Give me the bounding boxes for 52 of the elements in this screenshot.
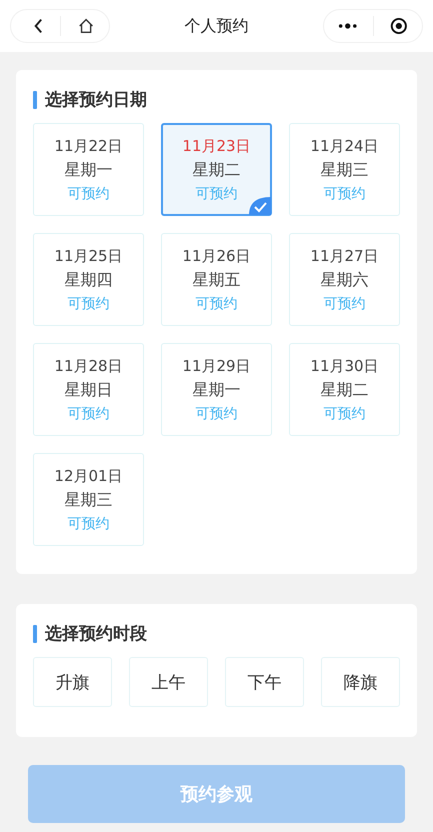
date-label: 12月01日 <box>54 466 123 486</box>
date-option[interactable]: 11月29日 星期一 可预约 <box>161 343 272 436</box>
availability-label: 可预约 <box>196 294 238 312</box>
more-icon[interactable] <box>338 23 358 29</box>
weekday-label: 星期一 <box>64 160 112 180</box>
weekday-label: 星期六 <box>320 270 368 290</box>
section-title: 选择预约日期 <box>45 89 147 111</box>
weekday-label: 星期三 <box>320 160 368 180</box>
date-label: 11月24日 <box>310 136 379 156</box>
availability-label: 可预约 <box>324 294 366 312</box>
availability-label: 可预约 <box>196 404 238 422</box>
page-title: 个人预约 <box>184 16 248 36</box>
availability-label: 可预约 <box>196 184 238 202</box>
weekday-label: 星期日 <box>64 380 112 400</box>
time-slot-option[interactable]: 升旗 <box>33 657 112 707</box>
date-option[interactable]: 11月22日 星期一 可预约 <box>33 123 144 216</box>
date-option[interactable]: 11月24日 星期三 可预约 <box>289 123 400 216</box>
date-label: 11月30日 <box>310 356 379 376</box>
weekday-label: 星期二 <box>320 380 368 400</box>
date-option[interactable]: 11月25日 星期四 可预约 <box>33 233 144 326</box>
time-slot-option[interactable]: 上午 <box>129 657 208 707</box>
date-label: 11月22日 <box>54 136 123 156</box>
date-option[interactable]: 11月23日 星期二 可预约 <box>161 123 272 216</box>
date-label: 11月28日 <box>54 356 123 376</box>
time-slot-option[interactable]: 下午 <box>225 657 304 707</box>
home-icon[interactable] <box>76 16 95 36</box>
back-icon[interactable] <box>33 17 44 35</box>
weekday-label: 星期四 <box>64 270 112 290</box>
availability-label: 可预约 <box>68 404 110 422</box>
availability-label: 可预约 <box>68 184 110 202</box>
time-slot-option[interactable]: 降旗 <box>321 657 400 707</box>
date-option[interactable]: 11月26日 星期五 可预约 <box>161 233 272 326</box>
weekday-label: 星期二 <box>192 160 240 180</box>
date-label: 11月27日 <box>310 246 379 266</box>
weekday-label: 星期五 <box>192 270 240 290</box>
availability-label: 可预约 <box>68 294 110 312</box>
date-label: 11月29日 <box>182 356 251 376</box>
date-option[interactable]: 11月30日 星期二 可预约 <box>289 343 400 436</box>
record-icon[interactable] <box>390 16 408 36</box>
availability-label: 可预约 <box>68 514 110 532</box>
date-label: 11月25日 <box>54 246 123 266</box>
weekday-label: 星期一 <box>192 380 240 400</box>
date-label: 11月23日 <box>182 136 251 156</box>
date-label: 11月26日 <box>182 246 251 266</box>
availability-label: 可预约 <box>324 184 366 202</box>
date-option[interactable]: 11月28日 星期日 可预约 <box>33 343 144 436</box>
availability-label: 可预约 <box>324 404 366 422</box>
date-option[interactable]: 11月27日 星期六 可预约 <box>289 233 400 326</box>
section-title: 选择预约时段 <box>45 623 147 645</box>
weekday-label: 星期三 <box>64 490 112 510</box>
date-option[interactable]: 12月01日 星期三 可预约 <box>33 453 144 546</box>
check-icon <box>249 197 271 215</box>
